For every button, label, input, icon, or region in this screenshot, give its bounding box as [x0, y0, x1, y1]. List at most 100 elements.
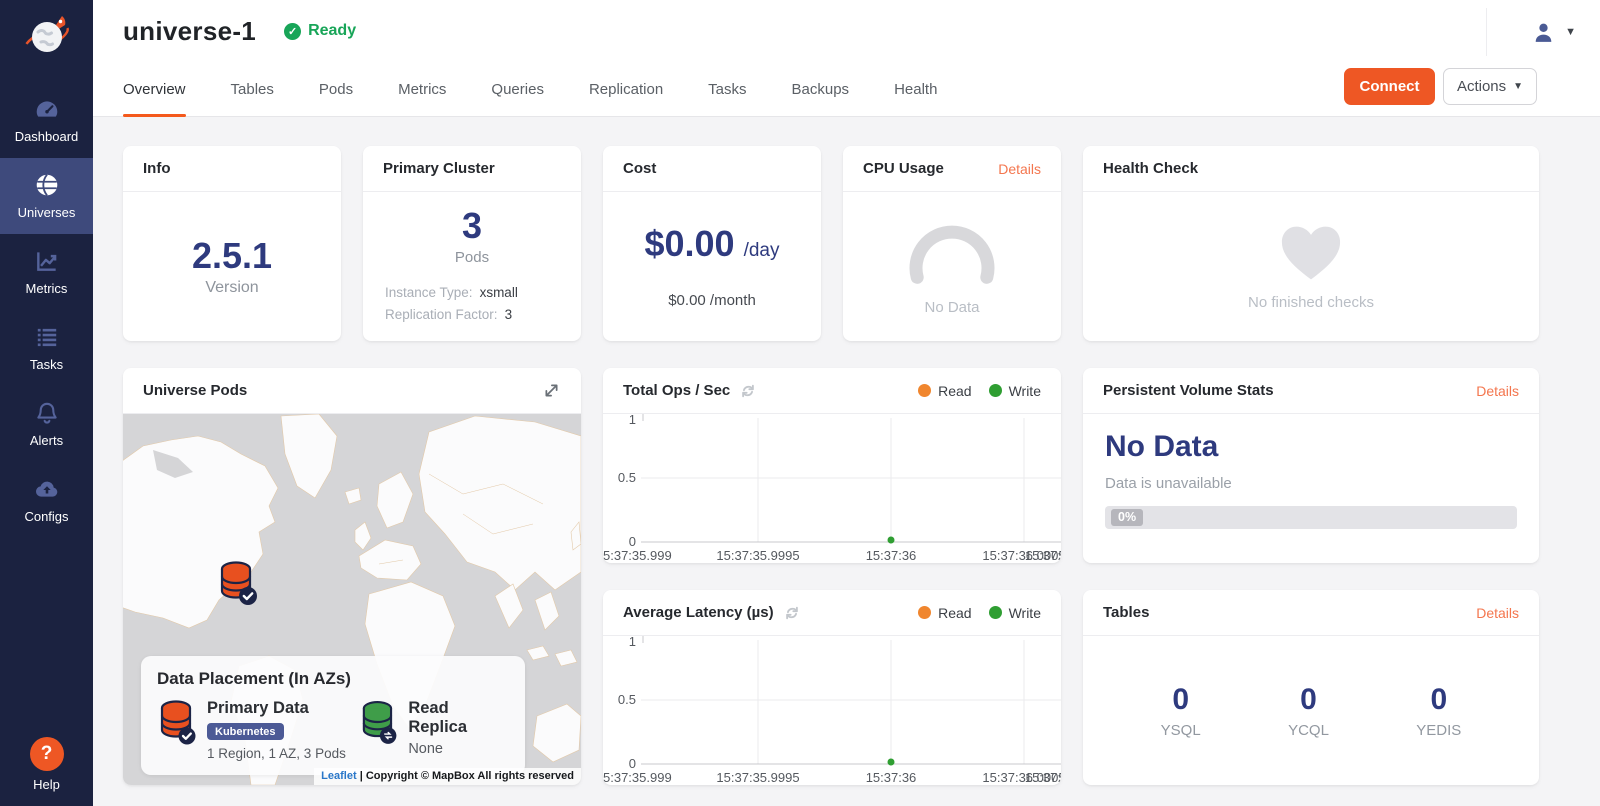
sidebar-item-label: Universes — [18, 205, 76, 220]
ysql-count: 0 — [1172, 683, 1189, 717]
replication-factor-value: 3 — [505, 307, 513, 322]
card-title: Cost — [623, 160, 656, 177]
tab-replication[interactable]: Replication — [589, 62, 663, 117]
tab-pods[interactable]: Pods — [319, 62, 353, 117]
refresh-icon[interactable] — [784, 605, 800, 621]
tab-tables[interactable]: Tables — [231, 62, 274, 117]
write-dot-icon — [989, 606, 1002, 619]
chevron-down-icon: ▼ — [1513, 81, 1523, 92]
status-badge: ✓ Ready — [284, 22, 356, 40]
svg-text:5:37:35.999: 5:37:35.999 — [603, 548, 672, 563]
replication-factor-row: Replication Factor: 3 — [385, 307, 581, 322]
data-placement-legend: Data Placement (In AZs) Primar — [141, 656, 525, 775]
app-logo[interactable] — [0, 0, 93, 72]
total-ops-card: Total Ops / Sec Read Write — [603, 368, 1061, 563]
svg-text:15:37:: 15:37: — [1025, 548, 1061, 563]
sidebar-item-dashboard[interactable]: Dashboard — [0, 82, 93, 158]
refresh-icon[interactable] — [740, 383, 756, 399]
svg-text:15:37:35.9995: 15:37:35.9995 — [716, 770, 799, 785]
cpu-no-data-label: No Data — [924, 299, 979, 316]
card-title: Health Check — [1103, 160, 1198, 177]
sidebar-item-label: Metrics — [26, 281, 68, 296]
tab-health[interactable]: Health — [894, 62, 937, 117]
cpu-usage-card: CPU Usage Details No Data — [843, 146, 1061, 341]
ycql-stat: 0 YCQL — [1288, 683, 1329, 739]
instance-type-row: Instance Type:xsmall — [385, 285, 581, 300]
cost-per-month: $0.00 /month — [668, 292, 756, 309]
sidebar-item-tasks[interactable]: Tasks — [0, 310, 93, 386]
sidebar-item-universes[interactable]: Universes — [0, 158, 93, 234]
svg-text:1: 1 — [629, 414, 636, 427]
check-circle-icon: ✓ — [284, 23, 301, 40]
kubernetes-badge: Kubernetes — [207, 723, 284, 740]
volume-percent-badge: 0% — [1111, 509, 1143, 526]
map-attribution: Leaflet | Copyright © MapBox All rights … — [314, 768, 581, 785]
actions-button[interactable]: Actions ▼ — [1443, 68, 1537, 105]
tab-tasks[interactable]: Tasks — [708, 62, 746, 117]
gauge-arc-icon — [902, 218, 1002, 288]
chevron-down-icon: ▼ — [1565, 26, 1576, 38]
svg-text:15:37:35.9995: 15:37:35.9995 — [716, 548, 799, 563]
tab-queries[interactable]: Queries — [491, 62, 544, 117]
chart-legend: Read Write — [918, 605, 1041, 621]
card-title: CPU Usage — [863, 160, 944, 177]
ysql-stat: 0 YSQL — [1161, 683, 1201, 739]
sidebar-item-configs[interactable]: Configs — [0, 462, 93, 538]
read-dot-icon — [918, 384, 931, 397]
tables-details-link[interactable]: Details — [1476, 605, 1519, 621]
cpu-details-link[interactable]: Details — [998, 161, 1041, 177]
attribution-text: | Copyright © MapBox All rights reserved — [360, 770, 574, 782]
sidebar-item-label: Alerts — [30, 433, 63, 448]
sidebar-item-help[interactable]: ? Help — [0, 737, 93, 792]
ycql-label: YCQL — [1288, 722, 1329, 739]
world-map[interactable]: Data Placement (In AZs) Primar — [123, 414, 581, 785]
card-title: Average Latency (µs) — [623, 604, 774, 621]
status-label: Ready — [308, 22, 356, 40]
tables-card: Tables Details 0 YSQL 0 YCQL 0 YEDIS — [1083, 590, 1539, 785]
connect-button[interactable]: Connect — [1344, 68, 1435, 105]
read-replica-legend: Read Replica None — [359, 699, 509, 761]
card-title: Info — [143, 160, 171, 177]
actions-label: Actions — [1457, 78, 1506, 95]
primary-database-icon — [157, 699, 197, 745]
sidebar-item-label: Tasks — [30, 357, 63, 372]
main-area: universe-1 ✓ Ready ▼ Overview Tables Pod… — [93, 0, 1600, 806]
volume-details-link[interactable]: Details — [1476, 383, 1519, 399]
svg-text:15:37:: 15:37: — [1025, 770, 1061, 785]
persistent-volume-card: Persistent Volume Stats Details No Data … — [1083, 368, 1539, 563]
svg-text:0.5: 0.5 — [618, 470, 636, 485]
card-title: Total Ops / Sec — [623, 382, 730, 399]
bell-icon — [34, 400, 60, 426]
pods-label: Pods — [455, 249, 489, 266]
sidebar-item-label: Help — [33, 777, 60, 792]
volume-subtitle: Data is unavailable — [1105, 475, 1232, 492]
ycql-count: 0 — [1300, 683, 1317, 717]
topbar: universe-1 ✓ Ready ▼ Overview Tables Pod… — [93, 0, 1600, 117]
info-card: Info 2.5.1 Version — [123, 146, 341, 341]
globe-icon — [34, 172, 60, 198]
tab-metrics[interactable]: Metrics — [398, 62, 446, 117]
sidebar-item-alerts[interactable]: Alerts — [0, 386, 93, 462]
cloud-upload-icon — [34, 476, 60, 502]
yedis-count: 0 — [1430, 683, 1447, 717]
leaflet-link[interactable]: Leaflet — [321, 770, 356, 782]
version-label: Version — [205, 279, 258, 297]
tab-overview[interactable]: Overview — [123, 62, 186, 117]
write-data-point — [888, 759, 895, 766]
heart-icon — [1278, 223, 1344, 283]
pods-count: 3 — [462, 206, 482, 246]
primary-data-detail: 1 Region, 1 AZ, 3 Pods — [207, 746, 346, 761]
expand-icon[interactable] — [542, 381, 561, 400]
replication-factor-key: Replication Factor: — [385, 307, 498, 322]
primary-data-label: Primary Data — [207, 699, 346, 718]
page-title: universe-1 — [123, 16, 256, 47]
legend-title: Data Placement (In AZs) — [157, 669, 509, 689]
sidebar-item-metrics[interactable]: Metrics — [0, 234, 93, 310]
primary-cluster-card: Primary Cluster 3 Pods Instance Type:xsm… — [363, 146, 581, 341]
tab-backups[interactable]: Backups — [792, 62, 850, 117]
user-menu[interactable]: ▼ — [1486, 8, 1576, 56]
legend-write: Write — [989, 605, 1041, 621]
sidebar-item-label: Dashboard — [15, 129, 79, 144]
volume-progress-bar: 0% — [1105, 506, 1517, 529]
card-title: Tables — [1103, 604, 1149, 621]
